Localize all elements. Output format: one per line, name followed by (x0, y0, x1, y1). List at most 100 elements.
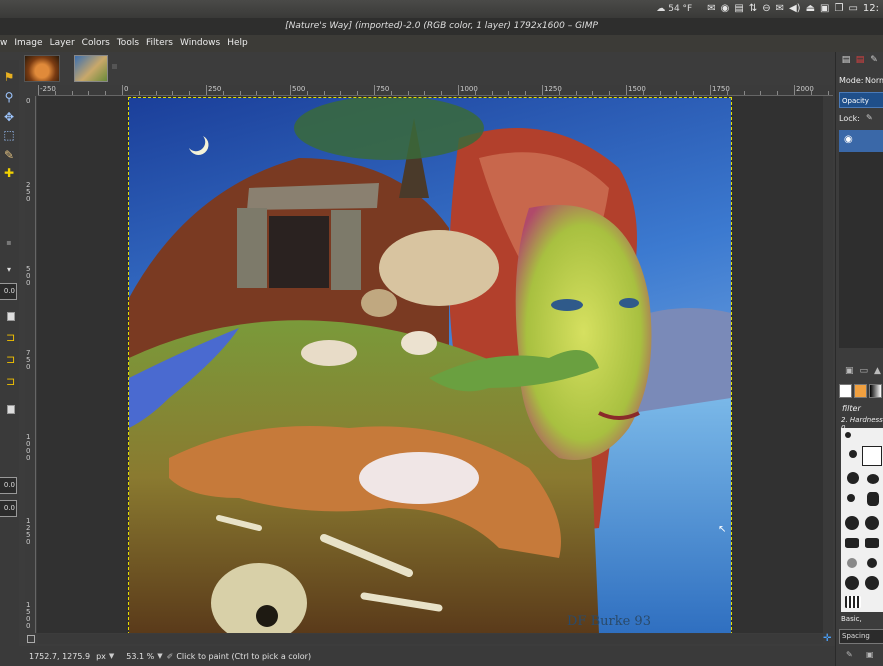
brush-item[interactable] (847, 494, 855, 502)
edit-brush-icon[interactable]: ✎ (846, 650, 853, 659)
brush-item[interactable] (867, 492, 879, 506)
brush-item[interactable] (865, 516, 879, 530)
mode-value[interactable]: Norma (865, 76, 883, 85)
ruler-tick (626, 85, 627, 95)
weather-indicator[interactable]: ☁ 54 °F (656, 4, 692, 14)
battery-icon[interactable]: ▭ (848, 0, 857, 18)
layers-dock: ▤ ▤ ✎ Mode: Norma Opacity Lock: ✎ ◉ ▣ ▭ … (835, 52, 883, 666)
zoom-tool-icon[interactable]: ⚲ (2, 90, 16, 104)
image-tab-thumbnail[interactable] (24, 55, 60, 82)
new-layer-icon[interactable]: ▣ (845, 366, 854, 376)
brush-item[interactable] (847, 472, 859, 484)
navigate-icon[interactable]: ✛ (823, 634, 833, 644)
mail2-icon[interactable]: ✉ (776, 0, 784, 18)
network-icon[interactable]: ⇅ (749, 0, 757, 18)
ruler-minor-tick (340, 91, 342, 95)
eye-icon[interactable]: ◉ (844, 134, 853, 145)
eject-icon[interactable]: ⏏ (806, 0, 815, 18)
clock[interactable]: 12: (863, 0, 879, 18)
dropbox-icon[interactable]: ⊖ (762, 0, 770, 18)
menu-help[interactable]: Help (227, 35, 248, 52)
brush-item[interactable] (845, 576, 859, 590)
brush-swatch[interactable] (839, 384, 852, 398)
image-tab-natures-way[interactable] (74, 55, 108, 82)
horizontal-scrollbar[interactable] (38, 634, 823, 644)
menu-layer[interactable]: Layer (50, 35, 75, 52)
mail-icon[interactable]: ✉ (707, 0, 715, 18)
brush-preview-row (839, 384, 883, 400)
fuzzy-select-icon[interactable]: ⚑ (2, 70, 16, 84)
reset-icon[interactable] (7, 405, 15, 414)
transform-tool-icon[interactable]: ⬚ (2, 128, 16, 142)
brush-item[interactable] (867, 558, 877, 568)
brush-grid[interactable] (841, 428, 883, 612)
size-field[interactable]: 0.0 (0, 477, 17, 494)
chain-link-icon[interactable]: ⊐ (6, 332, 16, 344)
mode-dropdown-icon[interactable]: ▪ (2, 236, 16, 250)
unit-selector[interactable]: px (96, 652, 106, 661)
brush-item[interactable] (865, 576, 879, 590)
layer-row[interactable]: ◉ (839, 130, 883, 152)
brush-item[interactable] (845, 596, 861, 608)
volume-icon[interactable]: ◀) (789, 0, 801, 18)
layers-tab-icon[interactable]: ▤ (840, 54, 852, 67)
new-group-icon[interactable]: ▭ (860, 366, 869, 376)
canvas-area[interactable]: DF Burke 93 ↖ (37, 96, 829, 633)
window-icon[interactable]: ❐ (834, 0, 843, 18)
zoom-selector[interactable]: 53.1 % (126, 652, 154, 661)
position-x-field[interactable]: 0.0 (0, 283, 17, 300)
wifi-icon[interactable]: ◉ (721, 0, 730, 18)
chain-link-icon[interactable]: ⊐ (6, 354, 16, 366)
channels-tab-icon[interactable]: ▤ (854, 54, 866, 67)
brush-item[interactable] (845, 432, 851, 438)
ruler-minor-tick (172, 91, 174, 95)
aspect-field[interactable]: 0.0 (0, 500, 17, 517)
menu-view[interactable]: w (0, 35, 7, 52)
selected-brush[interactable] (862, 446, 882, 466)
chain-link-icon[interactable]: ⊐ (6, 376, 16, 388)
menu-windows[interactable]: Windows (180, 35, 220, 52)
brush-item[interactable] (849, 450, 857, 458)
menu-image[interactable]: Image (14, 35, 42, 52)
ruler-tick (206, 85, 207, 95)
vertical-scrollbar[interactable] (823, 96, 833, 633)
layer-buttons: ▣ ▭ ▲ (839, 364, 883, 378)
menu-tools[interactable]: Tools (117, 35, 139, 52)
paths-tab-icon[interactable]: ✎ (868, 54, 880, 67)
new-brush-icon[interactable]: ▣ (866, 650, 874, 659)
brush-item[interactable] (845, 538, 859, 548)
gradient-swatch[interactable] (869, 384, 882, 398)
quick-mask-toggle[interactable] (27, 635, 35, 643)
ruler-tick-label: 1 5 0 0 (26, 601, 31, 630)
folder-icon[interactable]: ▤ (734, 0, 743, 18)
layer-list[interactable] (839, 152, 883, 348)
image-canvas[interactable]: DF Burke 93 (128, 97, 732, 633)
brush-item[interactable] (847, 558, 857, 568)
brush-item[interactable] (865, 538, 879, 548)
brush-item[interactable] (845, 516, 859, 530)
menu-filters[interactable]: Filters (146, 35, 173, 52)
move-tool-icon[interactable]: ✥ (2, 110, 16, 124)
heal-tool-icon[interactable]: ✚ (2, 166, 16, 180)
brush-item[interactable] (867, 474, 879, 484)
paintbrush-tool-icon[interactable]: ✎ (2, 148, 16, 162)
spacing-field[interactable]: Spacing (839, 629, 883, 644)
brush-tag-label[interactable]: Basic, (841, 615, 862, 623)
raise-layer-icon[interactable]: ▲ (874, 366, 881, 376)
ruler-minor-tick (810, 91, 812, 95)
tab-close-icon[interactable] (112, 64, 117, 69)
ruler-minor-tick (777, 91, 779, 95)
weather-temp: 54 °F (668, 4, 693, 14)
lock-pixels-icon[interactable]: ✎ (866, 113, 873, 122)
menu-colors[interactable]: Colors (82, 35, 110, 52)
opacity-field[interactable]: Opacity (839, 92, 883, 108)
chevron-down-icon[interactable]: ▼ (109, 652, 114, 660)
painting-natures-way[interactable]: DF Burke 93 (129, 98, 731, 633)
chevron-down-icon[interactable]: ▾ (2, 263, 16, 277)
pattern-swatch[interactable] (854, 384, 867, 398)
dock-tabs: ▤ ▤ ✎ (840, 54, 883, 72)
clipboard-icon[interactable]: ▣ (820, 0, 829, 18)
reset-icon[interactable] (7, 312, 15, 321)
chevron-down-icon[interactable]: ▼ (157, 652, 162, 660)
ruler-minor-tick (424, 91, 426, 95)
